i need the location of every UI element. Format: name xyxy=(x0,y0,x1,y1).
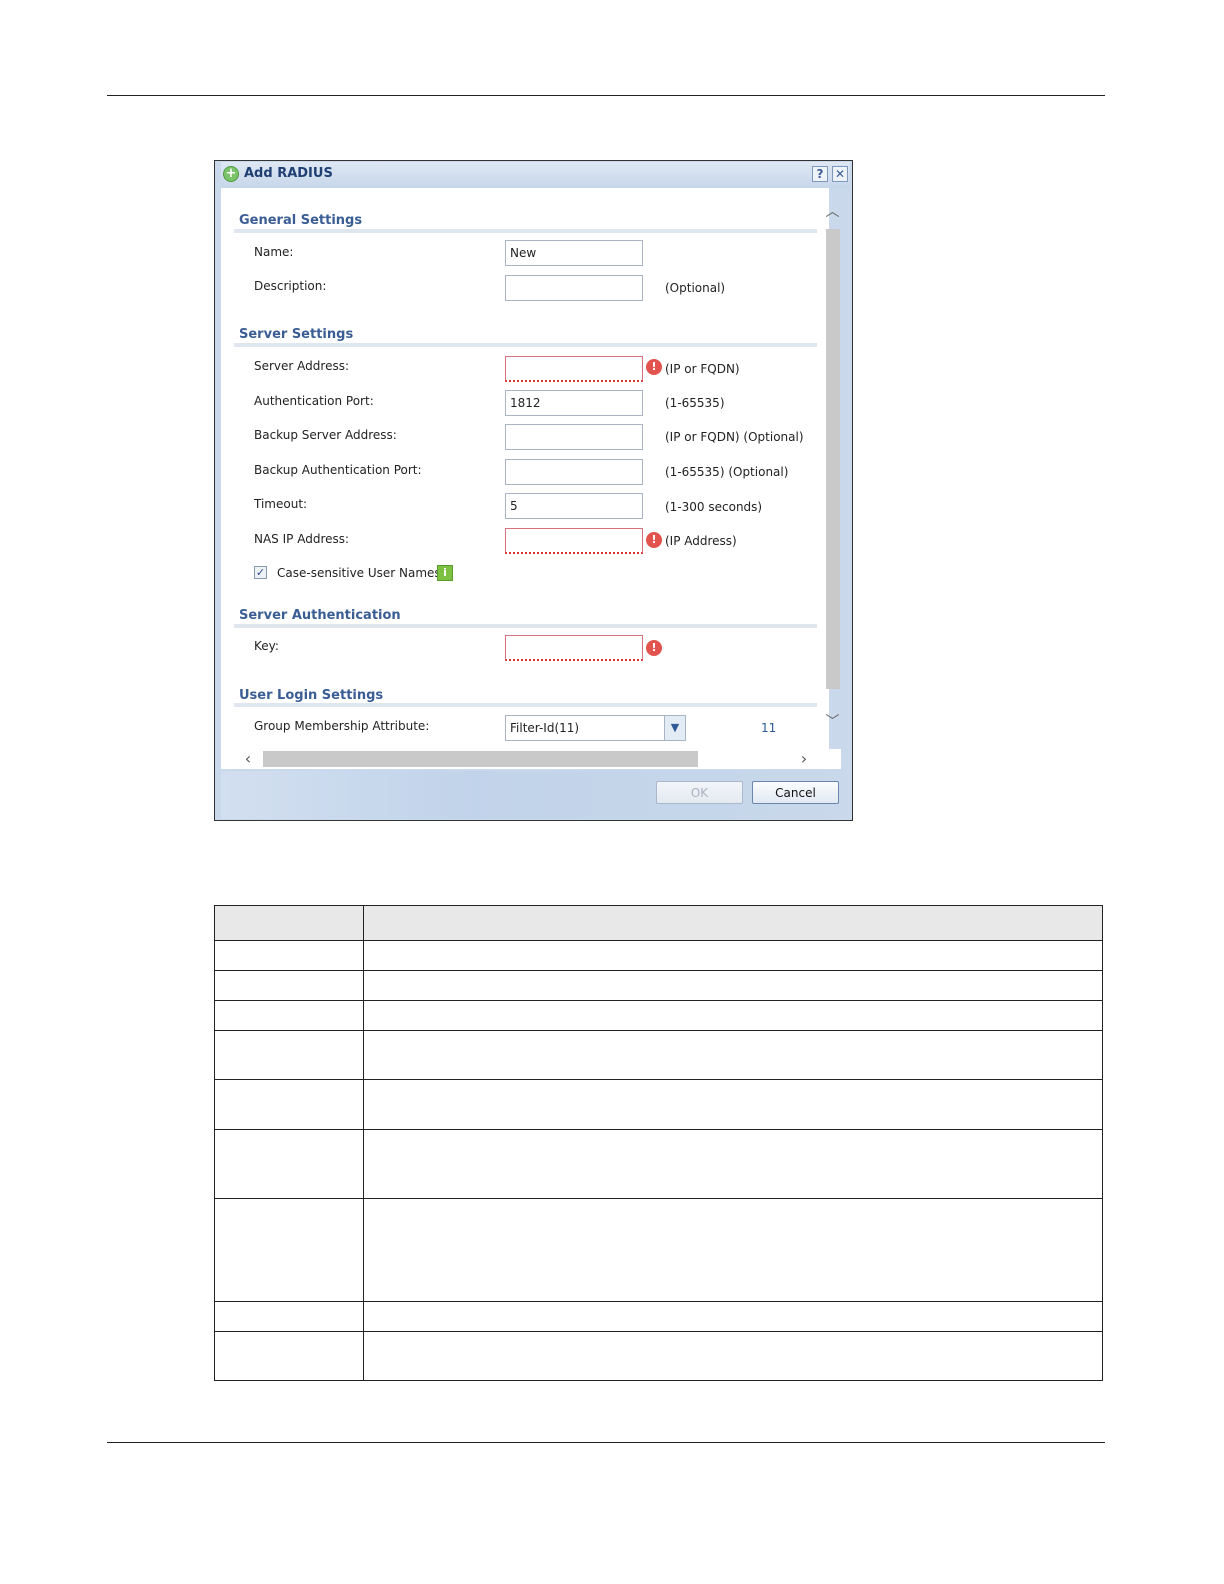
table-cell xyxy=(363,970,1103,1001)
chevron-up-icon[interactable]: ︿ xyxy=(824,201,841,220)
table-cell xyxy=(363,1129,1103,1199)
table-cell xyxy=(363,940,1103,971)
auth-port-hint: (1-65535) xyxy=(665,396,725,410)
table-cell xyxy=(363,1198,1103,1302)
add-radius-dialog: + Add RADIUS ? ✕ General Settings Name: … xyxy=(214,160,853,821)
server-auth-title: Server Authentication xyxy=(239,608,401,623)
nas-ip-input[interactable] xyxy=(505,528,643,554)
table-row xyxy=(214,1000,1103,1031)
close-button[interactable]: ✕ xyxy=(832,166,848,182)
table-cell xyxy=(214,1000,364,1031)
table-cell xyxy=(214,1129,364,1199)
timeout-label: Timeout: xyxy=(254,497,308,511)
table-row xyxy=(214,970,1103,1001)
table-header-cell xyxy=(214,905,364,941)
description-input[interactable] xyxy=(505,275,643,301)
backup-port-input[interactable] xyxy=(505,459,643,485)
scroll-thumb[interactable] xyxy=(826,229,840,689)
server-settings-title: Server Settings xyxy=(239,327,354,342)
dialog-content: General Settings Name: New Description: … xyxy=(221,188,829,749)
description-hint: (Optional) xyxy=(665,281,726,295)
key-input[interactable] xyxy=(505,635,643,661)
server-address-label: Server Address: xyxy=(254,359,349,373)
help-button[interactable]: ? xyxy=(812,166,828,182)
cancel-button[interactable]: Cancel xyxy=(752,781,839,804)
table-cell xyxy=(214,1079,364,1130)
dialog-titlebar[interactable]: + Add RADIUS ? ✕ xyxy=(221,162,850,188)
chevron-left-icon[interactable]: ‹ xyxy=(239,749,257,769)
table-row xyxy=(214,940,1103,971)
server-address-hint: (IP or FQDN) xyxy=(665,362,740,376)
table-cell xyxy=(363,1030,1103,1080)
table-row xyxy=(214,1198,1103,1302)
header-rule xyxy=(107,95,1105,96)
ok-button[interactable]: OK xyxy=(656,781,743,804)
backup-port-hint: (1-65535) (Optional) xyxy=(665,465,789,479)
scroll-thumb[interactable] xyxy=(263,751,698,767)
table-cell xyxy=(214,970,364,1001)
section-divider xyxy=(234,703,817,707)
dialog-footer: OK Cancel xyxy=(221,771,848,819)
error-icon: ! xyxy=(646,640,662,656)
server-address-input[interactable] xyxy=(505,356,643,382)
info-icon[interactable]: i xyxy=(437,565,453,581)
backup-server-label: Backup Server Address: xyxy=(254,428,397,442)
group-attr-number: 11 xyxy=(761,721,777,735)
backup-server-input[interactable] xyxy=(505,424,643,450)
table-cell xyxy=(214,1331,364,1381)
table-cell xyxy=(363,1000,1103,1031)
chevron-right-icon[interactable]: › xyxy=(795,749,813,769)
general-settings-title: General Settings xyxy=(239,213,363,228)
table-row xyxy=(214,1079,1103,1130)
table-cell xyxy=(214,1030,364,1080)
table-header-cell xyxy=(363,905,1103,941)
error-icon: ! xyxy=(646,359,662,375)
auth-port-input[interactable]: 1812 xyxy=(505,390,643,416)
section-divider xyxy=(234,229,817,233)
nas-ip-label: NAS IP Address: xyxy=(254,532,350,546)
nas-ip-hint: (IP Address) xyxy=(665,534,737,548)
table-cell xyxy=(363,1301,1103,1332)
backup-port-label: Backup Authentication Port: xyxy=(254,463,422,477)
user-login-title: User Login Settings xyxy=(239,688,384,703)
table-cell xyxy=(214,1301,364,1332)
table-cell xyxy=(214,940,364,971)
chevron-down-icon[interactable]: ▼ xyxy=(664,716,685,740)
table-header-row xyxy=(214,905,1103,941)
case-sensitive-label: Case-sensitive User Names xyxy=(277,566,441,580)
table-cell xyxy=(363,1331,1103,1381)
case-sensitive-checkbox[interactable]: ✓ xyxy=(254,566,267,579)
timeout-hint: (1-300 seconds) xyxy=(665,500,763,514)
table-cell xyxy=(214,1198,364,1302)
table-row xyxy=(214,1301,1103,1332)
horizontal-scrollbar[interactable]: ‹ › xyxy=(221,749,841,769)
group-attr-select[interactable]: Filter-Id(11) ▼ xyxy=(505,715,686,741)
chevron-down-icon[interactable]: ﹀ xyxy=(824,711,841,730)
table-row xyxy=(214,1129,1103,1199)
dialog-title: Add RADIUS xyxy=(244,166,333,181)
vertical-scrollbar[interactable]: ︿ ﹀ xyxy=(824,201,841,730)
timeout-input[interactable]: 5 xyxy=(505,493,643,519)
group-attr-value: Filter-Id(11) xyxy=(510,721,580,735)
section-divider xyxy=(234,624,817,628)
name-label: Name: xyxy=(254,245,294,259)
table-cell xyxy=(363,1079,1103,1130)
backup-server-hint: (IP or FQDN) (Optional) xyxy=(665,430,804,444)
key-label: Key: xyxy=(254,639,279,653)
table-row xyxy=(214,1331,1103,1381)
field-description-table xyxy=(214,905,1103,1381)
description-label: Description: xyxy=(254,279,327,293)
add-icon: + xyxy=(223,166,239,182)
auth-port-label: Authentication Port: xyxy=(254,394,374,408)
footer-rule xyxy=(107,1442,1105,1443)
group-attr-label: Group Membership Attribute: xyxy=(254,719,430,733)
error-icon: ! xyxy=(646,532,662,548)
name-input[interactable]: New xyxy=(505,240,643,266)
section-divider xyxy=(234,343,817,347)
table-row xyxy=(214,1030,1103,1080)
